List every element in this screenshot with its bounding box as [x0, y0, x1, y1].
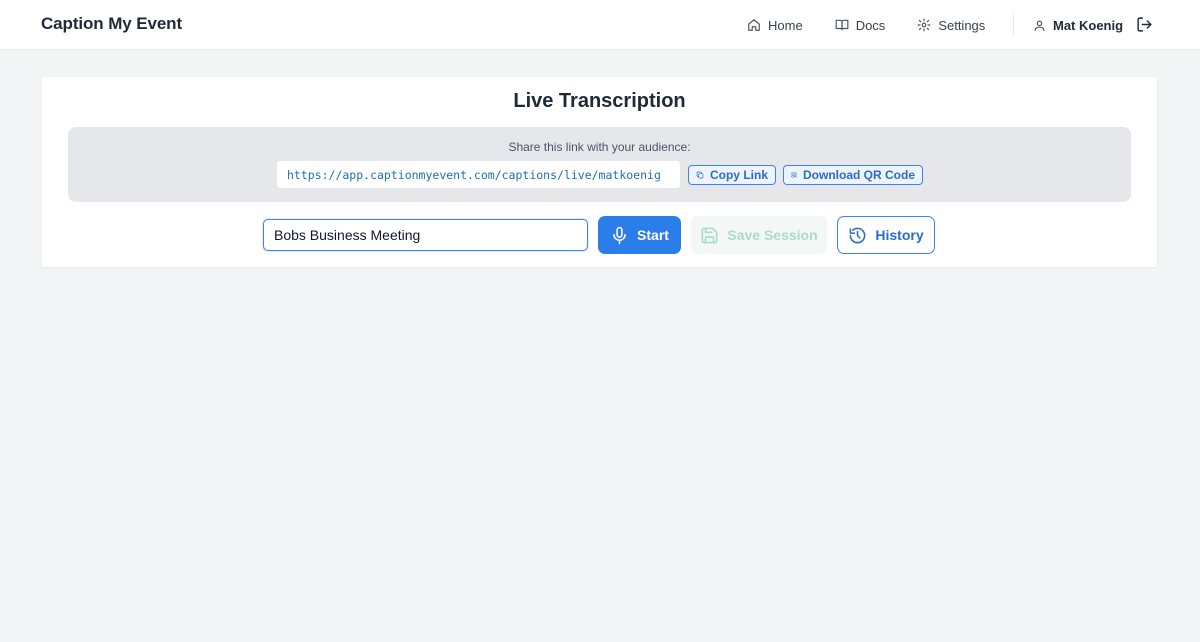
home-icon [748, 19, 760, 31]
copy-link-label: Copy Link [709, 168, 768, 182]
copy-icon [696, 171, 704, 179]
nav-divider [1013, 14, 1014, 35]
start-button[interactable]: Start [598, 216, 681, 254]
user-name: Mat Koenig [1053, 17, 1124, 33]
user-icon [1034, 20, 1045, 31]
history-icon [849, 227, 866, 243]
microphone-icon [613, 226, 626, 244]
gear-icon [917, 18, 931, 32]
top-navbar: Caption My Event Home Docs Settings Mat … [0, 0, 1200, 50]
nav-docs-label: Docs [855, 17, 886, 33]
logout-icon[interactable] [1136, 16, 1153, 33]
save-icon [701, 227, 718, 243]
transcription-card: Live Transcription Share this link with … [42, 77, 1157, 267]
copy-link-button[interactable]: Copy Link [688, 165, 776, 185]
save-session-button[interactable]: Save Session [691, 216, 827, 254]
share-label: Share this link with your audience: [508, 140, 691, 154]
nav-settings-label: Settings [938, 17, 986, 33]
download-qr-button[interactable]: Download QR Code [783, 165, 923, 185]
nav-home-label: Home [768, 17, 803, 33]
history-label: History [875, 227, 924, 243]
history-button[interactable]: History [837, 216, 935, 254]
save-session-label: Save Session [727, 227, 818, 243]
nav-docs-link[interactable]: Docs [835, 17, 886, 33]
share-url-field[interactable]: https://app.captionmyevent.com/captions/… [276, 160, 681, 189]
start-label: Start [637, 227, 669, 243]
nav-settings-link[interactable]: Settings [917, 18, 985, 33]
nav-home-link[interactable]: Home [747, 18, 803, 33]
user-menu[interactable]: Mat Koenig [1033, 0, 1123, 50]
page-title: Live Transcription [513, 90, 686, 112]
book-icon [835, 19, 849, 31]
download-qr-label: Download QR Code [803, 168, 915, 182]
nav-links: Home Docs Settings [747, 0, 1017, 50]
app-title[interactable]: Caption My Event [41, 14, 182, 34]
share-panel: Share this link with your audience: http… [68, 127, 1131, 202]
session-name-input[interactable] [263, 219, 588, 251]
qr-code-icon [791, 172, 797, 178]
